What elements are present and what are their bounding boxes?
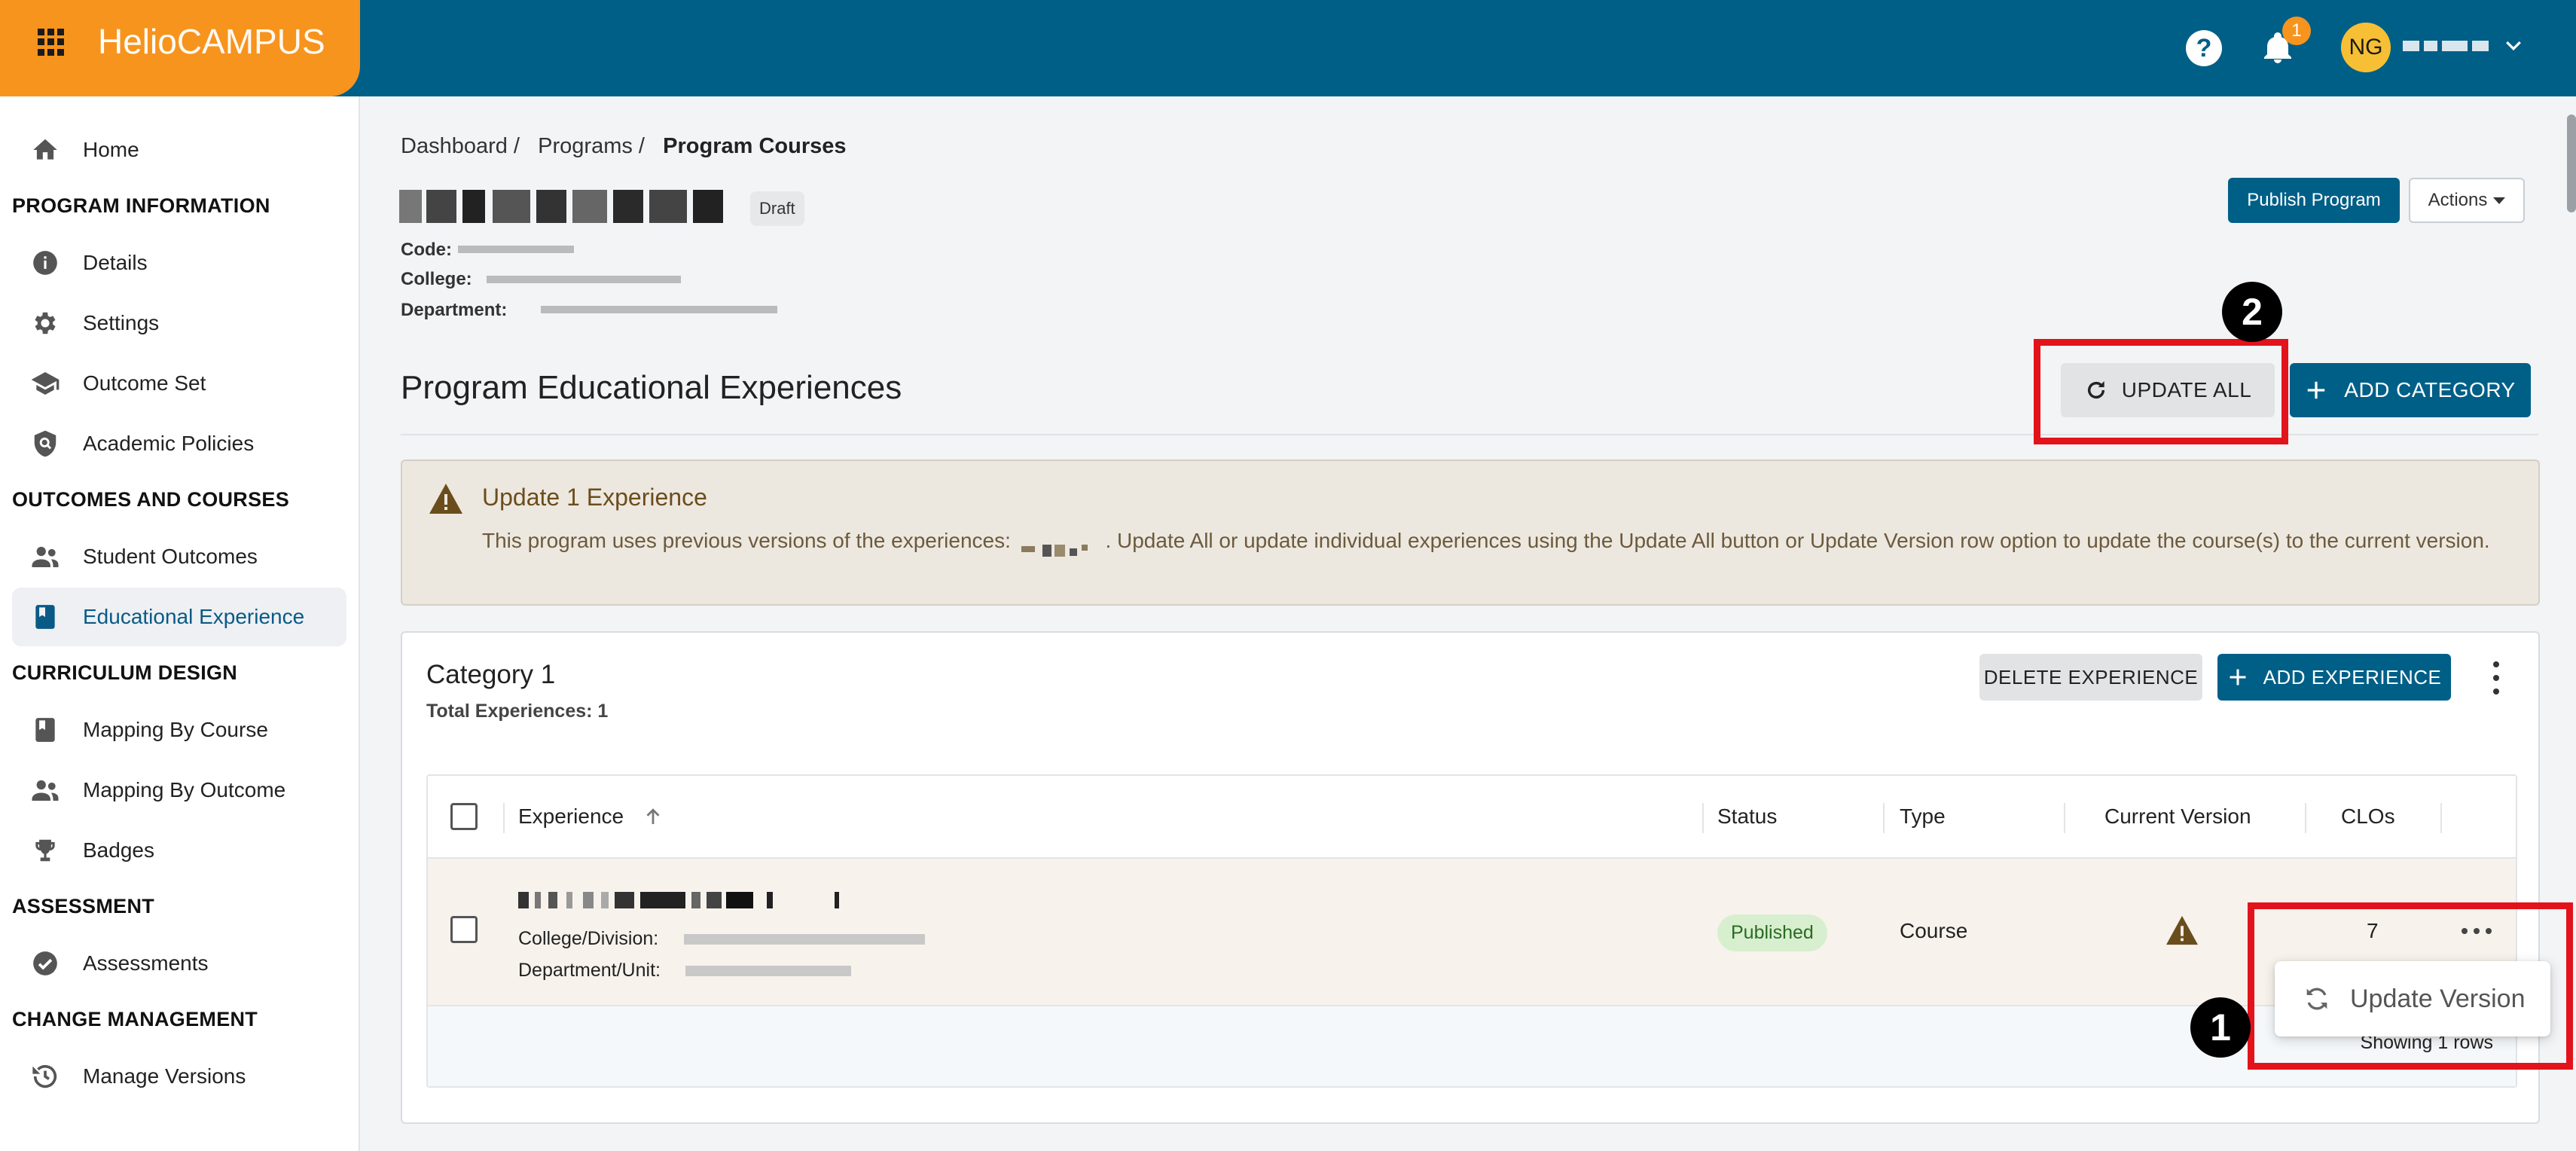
notification-count-badge: 1 bbox=[2282, 17, 2311, 45]
sidebar-item-educational-experience[interactable]: Educational Experience bbox=[12, 588, 346, 646]
experience-name-redacted bbox=[1017, 536, 1100, 557]
plus-icon bbox=[2308, 381, 2325, 399]
sidebar-item-outcome-set[interactable]: Outcome Set bbox=[12, 354, 346, 413]
status-badge: Published bbox=[1717, 914, 1827, 951]
column-type[interactable]: Type bbox=[1900, 804, 1946, 829]
category-total-experiences: Total Experiences: 1 bbox=[426, 701, 609, 722]
warning-icon bbox=[2165, 914, 2199, 950]
sidebar-item-details[interactable]: Details bbox=[12, 234, 346, 292]
college-value-redacted bbox=[487, 276, 681, 283]
info-icon bbox=[29, 246, 62, 279]
chevron-down-icon[interactable] bbox=[2502, 35, 2525, 57]
callout-box-update-all bbox=[2034, 339, 2288, 444]
update-alert: Update 1 Experience This program uses pr… bbox=[401, 459, 2540, 606]
apps-grid-icon[interactable] bbox=[38, 29, 65, 56]
top-bar: HelioCAMPUS ? 1 NG bbox=[0, 0, 2576, 96]
check-circle-icon bbox=[29, 947, 62, 980]
sidebar-item-home[interactable]: Home bbox=[12, 121, 346, 179]
book-icon bbox=[29, 713, 62, 746]
row-department-value-redacted bbox=[685, 966, 851, 976]
row-type: Course bbox=[1900, 919, 1968, 942]
sidebar-item-assessments[interactable]: Assessments bbox=[12, 934, 346, 993]
breadcrumb-current: Program Courses bbox=[663, 134, 847, 158]
table-header: Experience Status Type Current Version C… bbox=[428, 776, 2516, 859]
department-value-redacted bbox=[541, 306, 777, 313]
sidebar-item-student-outcomes[interactable]: Student Outcomes bbox=[12, 527, 346, 586]
program-title-redacted bbox=[399, 190, 746, 223]
category-more-menu-icon[interactable] bbox=[2489, 661, 2504, 695]
row-college-value-redacted bbox=[684, 934, 925, 945]
sidebar-item-academic-policies[interactable]: Academic Policies bbox=[12, 414, 346, 473]
callout-box-row-menu bbox=[2248, 902, 2573, 1070]
sidebar-item-badges[interactable]: Badges bbox=[12, 821, 346, 880]
program-department-row: Department: bbox=[401, 300, 508, 320]
publish-program-button[interactable]: Publish Program bbox=[2228, 178, 2400, 223]
sidebar-item-mapping-by-outcome[interactable]: Mapping By Outcome bbox=[12, 761, 346, 820]
callout-number-2: 2 bbox=[2222, 282, 2282, 342]
people-icon bbox=[29, 774, 62, 807]
plus-icon bbox=[2230, 669, 2246, 685]
actions-dropdown-button[interactable]: Actions bbox=[2409, 178, 2525, 223]
section-title: Program Educational Experiences bbox=[401, 369, 902, 406]
breadcrumb-programs[interactable]: Programs / bbox=[538, 134, 645, 158]
program-code-row: Code: bbox=[401, 240, 452, 260]
status-badge: Draft bbox=[750, 191, 804, 226]
user-name-redacted[interactable] bbox=[2403, 41, 2493, 54]
column-current-version[interactable]: Current Version bbox=[2104, 804, 2251, 829]
experience-name-redacted bbox=[518, 892, 850, 908]
add-experience-button[interactable]: ADD EXPERIENCE bbox=[2217, 654, 2451, 701]
callout-number-1: 1 bbox=[2190, 997, 2251, 1058]
graduation-cap-icon bbox=[29, 367, 62, 400]
table-row[interactable]: College/Division: Department/Unit: Publi… bbox=[428, 859, 2516, 1006]
shield-search-icon bbox=[29, 427, 62, 460]
history-icon bbox=[29, 1060, 62, 1093]
section-program-information: PROGRAM INFORMATION bbox=[12, 194, 270, 217]
select-all-checkbox[interactable] bbox=[450, 803, 478, 830]
home-icon bbox=[29, 133, 62, 166]
code-value-redacted bbox=[458, 246, 574, 253]
add-category-button[interactable]: ADD CATEGORY bbox=[2290, 363, 2531, 417]
caret-down-icon bbox=[2493, 197, 2506, 204]
breadcrumb: Dashboard / Programs / Program Courses bbox=[401, 134, 847, 159]
breadcrumb-dashboard[interactable]: Dashboard / bbox=[401, 134, 520, 158]
delete-experience-button[interactable]: DELETE EXPERIENCE bbox=[1979, 654, 2202, 701]
brand-area: HelioCAMPUS bbox=[0, 0, 360, 96]
row-college-label: College/Division: bbox=[518, 928, 659, 949]
sidebar-item-mapping-by-course[interactable]: Mapping By Course bbox=[12, 701, 346, 759]
program-college-row: College: bbox=[401, 269, 472, 289]
trophy-icon bbox=[29, 834, 62, 867]
section-assessment: ASSESSMENT bbox=[12, 895, 155, 917]
sort-arrow-up-icon[interactable] bbox=[642, 805, 664, 828]
category-title: Category 1 bbox=[426, 660, 556, 689]
column-clos[interactable]: CLOs bbox=[2341, 804, 2395, 829]
section-change-management: CHANGE MANAGEMENT bbox=[12, 1008, 258, 1030]
sidebar-item-settings[interactable]: Settings bbox=[12, 294, 346, 353]
warning-icon bbox=[428, 482, 464, 519]
section-curriculum-design: CURRICULUM DESIGN bbox=[12, 661, 238, 684]
gear-icon bbox=[29, 307, 62, 340]
row-department-label: Department/Unit: bbox=[518, 960, 661, 981]
user-avatar[interactable]: NG bbox=[2341, 23, 2391, 72]
section-outcomes-and-courses: OUTCOMES AND COURSES bbox=[12, 488, 290, 511]
page-scrollbar[interactable] bbox=[2567, 114, 2576, 212]
brand-logo[interactable]: HelioCAMPUS bbox=[98, 21, 325, 62]
alert-title: Update 1 Experience bbox=[482, 484, 707, 511]
column-status[interactable]: Status bbox=[1717, 804, 1777, 829]
help-icon[interactable]: ? bbox=[2186, 30, 2222, 66]
sidebar: Home PROGRAM INFORMATION Details Setting… bbox=[0, 96, 360, 1151]
people-icon bbox=[29, 540, 62, 573]
row-checkbox[interactable] bbox=[450, 916, 478, 943]
sidebar-item-manage-versions[interactable]: Manage Versions bbox=[12, 1047, 346, 1106]
book-icon bbox=[29, 600, 62, 634]
alert-body: This program uses previous versions of t… bbox=[482, 526, 2501, 557]
column-experience[interactable]: Experience bbox=[518, 804, 664, 829]
